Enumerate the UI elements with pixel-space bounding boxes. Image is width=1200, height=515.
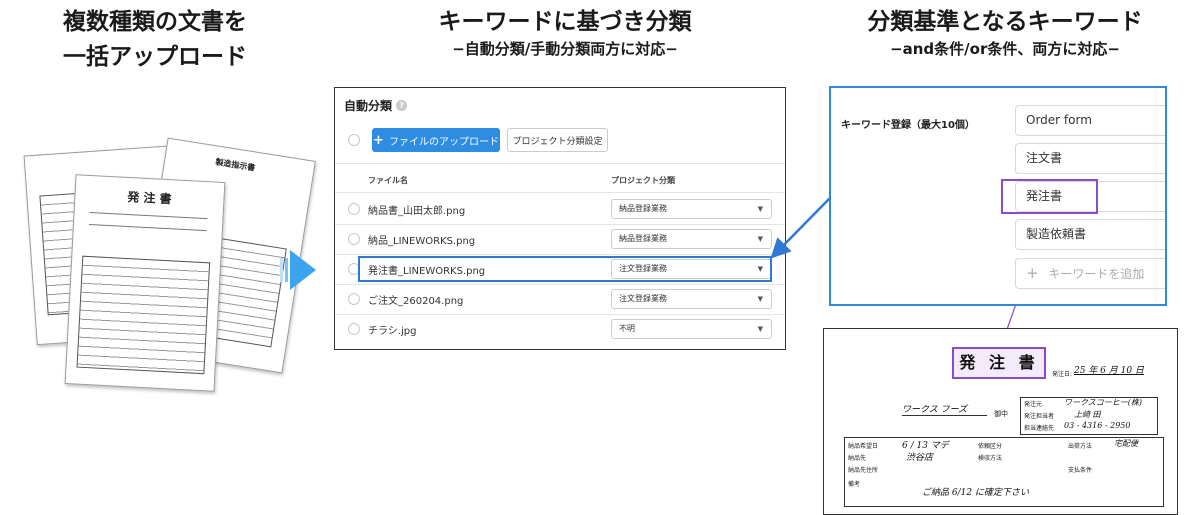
issuer-value: ワークスコーヒー(株) <box>1064 398 1143 407</box>
scanned-purchase-order: 発 注 書 発注日: 25 年 6 月 10 日 ワークス フーズ 御中 発注元… <box>823 328 1178 515</box>
recipient-suffix: 御中 <box>994 410 1008 418</box>
order-row-value: 渋谷店 <box>906 453 934 463</box>
order-date-value: 25 年 6 月 10 日 <box>1074 366 1144 376</box>
keyword-panel: キーワード登録（最大10個） Order form 注文書 発注書 製造依頼書 … <box>829 86 1167 306</box>
order-mid-label: 依頼区分 <box>978 443 1003 450</box>
issuer-label: 発注担当者 <box>1024 413 1055 420</box>
issuer-label: 発注元 <box>1024 401 1043 408</box>
issuer-label: 担当連絡先 <box>1024 425 1055 432</box>
order-row-label: 納品希望日 <box>848 443 879 450</box>
plus-icon: + <box>1026 264 1039 282</box>
order-row-label: 納品先住所 <box>848 467 879 474</box>
order-row-value: ご納品 6/12 に確定下さい <box>922 488 1029 498</box>
add-keyword-label: キーワードを追加 <box>1048 267 1145 281</box>
keyword-highlight <box>1001 179 1098 214</box>
order-row-label: 備考 <box>848 481 861 488</box>
keyword-to-row-arrow <box>770 197 831 259</box>
keyword-label: キーワード登録（最大10個） <box>841 120 975 131</box>
issuer-value: 03 - 4316 - 2950 <box>1064 421 1131 430</box>
recipient-name: ワークス フーズ <box>902 402 988 416</box>
order-right-label: 支払条件 <box>1068 467 1093 474</box>
keyword-field[interactable]: Order form <box>1015 105 1165 136</box>
order-row-label: 納品先 <box>848 455 867 462</box>
scanned-form-title: 発 注 書 <box>952 347 1046 379</box>
add-keyword-button[interactable]: + キーワードを追加 <box>1015 258 1165 289</box>
issuer-value: 上崎 田 <box>1074 410 1101 419</box>
order-mid-label: 検収方法 <box>978 455 1003 462</box>
order-right-label: 出荷方法 <box>1068 443 1093 450</box>
keyword-field[interactable]: 注文書 <box>1015 143 1165 174</box>
order-right-value: 宅配便 <box>1114 439 1138 448</box>
keyword-field[interactable]: 製造依頼書 <box>1015 219 1165 250</box>
order-date-label: 発注日: <box>1052 371 1073 378</box>
